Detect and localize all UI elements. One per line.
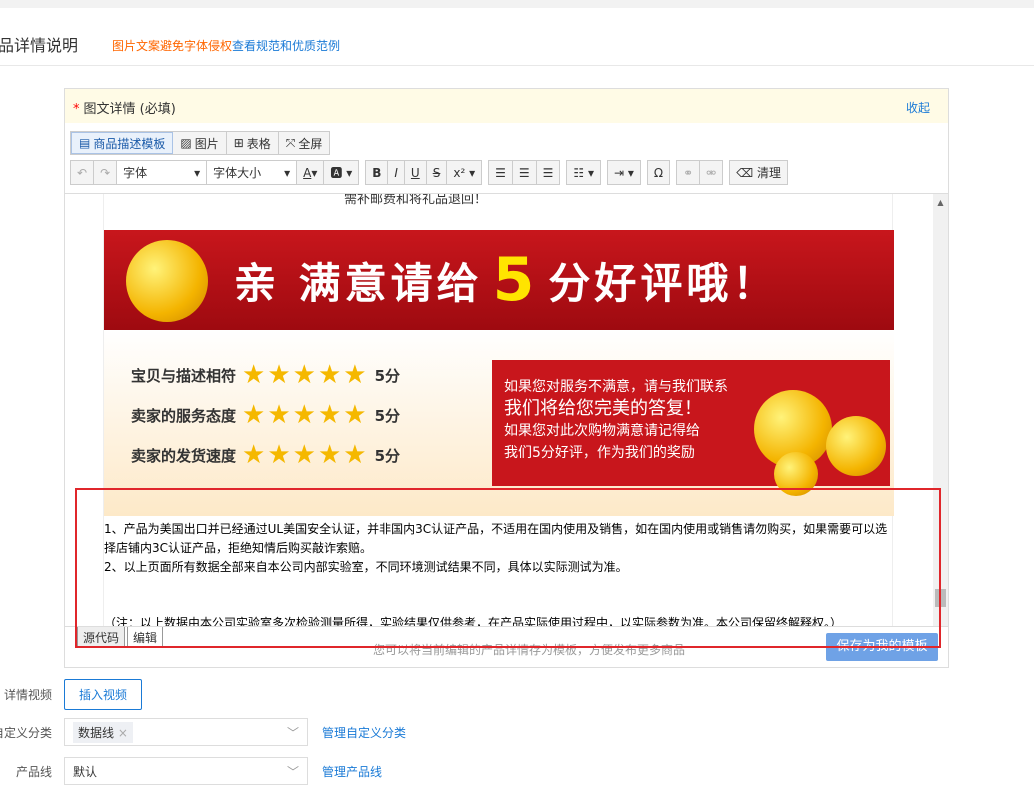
superscript-icon[interactable]: x² ▾ [447, 161, 481, 184]
underline-icon[interactable]: U [405, 161, 427, 184]
label: 表格 [246, 136, 271, 151]
smiley-image [126, 240, 208, 322]
product-line-label: 产品线 [15, 764, 52, 779]
label: 字体大小 [213, 166, 262, 180]
label: 商品描述模板 [93, 136, 166, 151]
undo-icon[interactable]: ↶ [71, 161, 95, 184]
rating-label: 卖家的发货速度 [131, 446, 237, 465]
editor-toolbar-format: ↶ ↷ 字体 ▾ 字体大小 ▾ A ▾ 🅰 ▾ B I U Sx² ▾ ☰ ☰ ☰ ☷ ▾ ⇥ ▾ Ω … [70, 160, 789, 185]
clear-format-button[interactable]: ⌫ 清理 [730, 161, 787, 184]
highlight-annotation [75, 488, 941, 648]
eraser-icon: ⌫ [736, 165, 754, 180]
rating-label: 宝贝与描述相符 [131, 366, 237, 385]
fullscreen-icon: ⤧ [285, 135, 296, 150]
indent-icon[interactable]: ⇥ ▾ [608, 161, 640, 184]
image-icon: ▨ [180, 136, 192, 150]
rating-row: 宝贝与描述相符 ★★★★★ 5分 [131, 360, 400, 390]
rating-label: 卖家的服务态度 [131, 406, 237, 425]
section-tip: 图片文案避免字体侵权查看规范和优质范例 [112, 37, 340, 54]
rating-score: 5分 [374, 446, 400, 465]
unlink-icon[interactable]: ⚮ [700, 161, 722, 184]
select-value: 默认 [73, 764, 98, 779]
chip-label: 数据线 [78, 725, 115, 740]
remove-icon[interactable]: × [118, 726, 128, 740]
banner-text: 分好评哦！ [548, 258, 779, 308]
highlight-color-icon[interactable]: 🅰 ▾ [324, 161, 358, 184]
manage-category-link[interactable]: 管理自定义分类 [322, 724, 406, 741]
editor-label: 图文详情 (必填) [83, 102, 176, 117]
product-line-select[interactable]: 默认 ﹀ [64, 757, 308, 785]
fullscreen-button[interactable]: ⤧ 全屏 [279, 132, 330, 154]
align-right-icon[interactable]: ☰ [537, 161, 560, 184]
label: 图片 [194, 136, 219, 151]
category-label: 自定义分类 [0, 725, 52, 740]
template-button[interactable]: ▤ 商品描述模板 [71, 132, 174, 154]
banner-five: 5 [492, 245, 539, 315]
content-top-text: 需补邮费和将礼品退回！ [344, 193, 488, 207]
banner-text: 亲 满意请给 [234, 258, 483, 308]
table-button[interactable]: ⊞ 表格 [227, 132, 279, 154]
italic-icon[interactable]: I [388, 161, 405, 184]
chevron-down-icon: ﹀ [286, 764, 299, 779]
star-icons: ★★★★★ [242, 400, 369, 430]
video-row: 详情视频 插入视频 [0, 679, 143, 710]
scroll-up-icon[interactable]: ▲ [933, 198, 948, 207]
rating-row: 卖家的发货速度 ★★★★★ 5分 [131, 440, 400, 470]
top-bar [0, 0, 1034, 8]
strikethrough-icon[interactable]: S [427, 161, 448, 184]
star-icons: ★★★★★ [242, 440, 369, 470]
category-chip: 数据线 × [73, 721, 133, 743]
category-row: 自定义分类 数据线 × ﹀ 管理自定义分类 [0, 718, 406, 746]
tip-link[interactable]: 查看规范和优质范例 [232, 39, 340, 53]
label: 字体 [123, 166, 148, 180]
table-icon: ⊞ [233, 136, 244, 150]
contact-box: 如果您对服务不满意，请与我们联系 我们将给您完美的答复！ 如果您对此次购物满意请… [492, 360, 890, 496]
caret-icon: ▾ [284, 165, 291, 180]
list-icon[interactable]: ☷ ▾ [567, 161, 600, 184]
rating-score: 5分 [374, 366, 400, 385]
redo-icon[interactable]: ↷ [94, 161, 118, 184]
template-icon: ▤ [79, 136, 91, 150]
bold-icon[interactable]: B [366, 161, 389, 184]
video-label: 详情视频 [3, 688, 52, 702]
section-title: 品详情说明 [0, 36, 79, 55]
rating-score: 5分 [374, 406, 400, 425]
product-line-row: 产品线 默认 ﹀ 管理产品线 [0, 757, 382, 785]
category-select[interactable]: 数据线 × ﹀ [64, 718, 308, 746]
font-family-select[interactable]: 字体 ▾ [117, 161, 208, 184]
rating-row: 卖家的服务态度 ★★★★★ 5分 [131, 400, 400, 430]
special-char-icon[interactable]: Ω [648, 161, 669, 184]
required-mark: * [73, 102, 80, 117]
contact-text: 如果您对服务不满意，请与我们联系 [504, 379, 728, 395]
chevron-down-icon: ﹀ [286, 725, 299, 740]
font-size-select[interactable]: 字体大小 ▾ [207, 161, 298, 184]
image-button[interactable]: ▨ 图片 [173, 132, 227, 154]
label: 清理 [757, 166, 782, 180]
align-left-icon[interactable]: ☰ [489, 161, 513, 184]
rating-banner: 亲 满意请给 5 分好评哦！ [104, 230, 894, 330]
manage-product-line-link[interactable]: 管理产品线 [322, 763, 382, 780]
divider [0, 65, 1034, 66]
link-icon[interactable]: ⚭ [677, 161, 701, 184]
tip-warning: 图片文案避免字体侵权 [112, 39, 233, 53]
insert-video-button[interactable]: 插入视频 [64, 679, 143, 710]
label: 全屏 [298, 136, 323, 151]
font-color-icon[interactable]: A ▾ [297, 161, 325, 184]
editor-header: * 图文详情 (必填) 收起 [65, 89, 948, 123]
caret-icon: ▾ [194, 165, 201, 180]
editor-toolbar-primary: ▤ 商品描述模板 ▨ 图片 ⊞ 表格 ⤧ 全屏 [70, 131, 331, 155]
smiley-image [826, 416, 886, 476]
align-center-icon[interactable]: ☰ [513, 161, 537, 184]
collapse-link[interactable]: 收起 [906, 99, 930, 116]
star-icons: ★★★★★ [242, 360, 369, 390]
